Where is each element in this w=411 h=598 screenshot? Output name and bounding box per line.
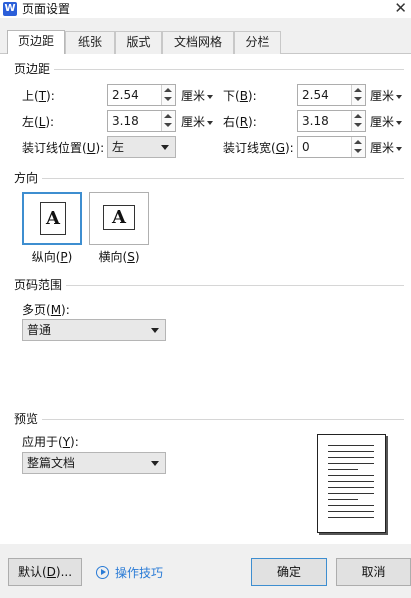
bottom-margin-label: 下(B): <box>223 89 257 103</box>
gutter-width-spinner[interactable]: 0 <box>297 136 366 158</box>
caret-down-icon <box>396 94 403 99</box>
preview-text-line <box>328 493 374 494</box>
chevron-down-icon[interactable] <box>161 145 169 150</box>
gutter-width-unit[interactable]: 厘米 <box>370 141 403 155</box>
left-margin-spinner[interactable]: 3.18 <box>107 110 176 132</box>
preview-text-line <box>328 457 374 458</box>
right-margin-label: 右(R): <box>223 115 257 129</box>
caret-down-icon <box>207 120 214 125</box>
spin-up-icon[interactable] <box>164 114 172 118</box>
spin-up-icon[interactable] <box>354 88 362 92</box>
play-circle-icon[interactable] <box>96 566 109 579</box>
left-margin-value[interactable]: 3.18 <box>112 114 139 128</box>
spin-down-icon[interactable] <box>164 123 172 127</box>
tab-columns[interactable]: 分栏 <box>234 31 281 54</box>
multiple-pages-value[interactable]: 普通 <box>27 323 51 337</box>
section-orientation: 方向 <box>14 171 43 185</box>
section-margins: 页边距 <box>14 62 55 76</box>
preview-text-line <box>328 469 358 470</box>
preview-text-line <box>328 445 374 446</box>
preview-text-line <box>328 511 374 512</box>
landscape-option[interactable]: A <box>89 192 149 245</box>
caret-down-icon <box>396 120 403 125</box>
spin-up-icon[interactable] <box>164 88 172 92</box>
preview-text-line <box>328 463 374 464</box>
spin-up-icon[interactable] <box>354 140 362 144</box>
spin-down-icon[interactable] <box>164 97 172 101</box>
tab-layout[interactable]: 版式 <box>115 31 162 54</box>
multiple-pages-select[interactable]: 普通 <box>22 319 166 341</box>
bottom-margin-unit[interactable]: 厘米 <box>370 89 403 103</box>
chevron-down-icon[interactable] <box>151 461 159 466</box>
gutter-width-value[interactable]: 0 <box>302 140 310 154</box>
portrait-option[interactable]: A <box>22 192 82 245</box>
bottom-margin-spinner[interactable]: 2.54 <box>297 84 366 106</box>
caret-down-icon <box>207 94 214 99</box>
top-margin-spinner[interactable]: 2.54 <box>107 84 176 106</box>
right-margin-value[interactable]: 3.18 <box>302 114 329 128</box>
landscape-label: 横向(S) <box>98 250 140 264</box>
landscape-page-icon: A <box>103 205 135 230</box>
spin-buttons[interactable] <box>351 85 365 105</box>
spin-buttons[interactable] <box>161 85 175 105</box>
top-margin-value[interactable]: 2.54 <box>112 88 139 102</box>
top-margin-unit[interactable]: 厘米 <box>181 89 214 103</box>
portrait-label: 纵向(P) <box>31 250 73 264</box>
preview-text-line <box>328 475 374 476</box>
preview-text-line <box>328 517 374 518</box>
apply-to-label: 应用于(Y): <box>22 435 79 449</box>
gutter-position-value[interactable]: 左 <box>112 140 124 154</box>
operation-tips-link[interactable]: 操作技巧 <box>115 566 163 580</box>
close-icon[interactable]: ✕ <box>394 0 407 17</box>
wps-writer-icon: W <box>3 2 17 16</box>
page-preview <box>317 434 386 533</box>
top-margin-label: 上(T): <box>22 89 55 103</box>
section-divider <box>14 178 404 179</box>
preview-text-line <box>328 481 374 482</box>
apply-to-select[interactable]: 整篇文档 <box>22 452 166 474</box>
tab-paper[interactable]: 纸张 <box>65 31 115 54</box>
spin-down-icon[interactable] <box>354 97 362 101</box>
multiple-pages-label: 多页(M): <box>22 303 70 317</box>
right-margin-spinner[interactable]: 3.18 <box>297 110 366 132</box>
spin-up-icon[interactable] <box>354 114 362 118</box>
spin-down-icon[interactable] <box>354 123 362 127</box>
section-divider <box>14 285 404 286</box>
dialog-title: 页面设置 <box>22 2 71 16</box>
bottom-margin-value[interactable]: 2.54 <box>302 88 329 102</box>
preview-text-line <box>328 499 358 500</box>
gutter-position-select[interactable]: 左 <box>107 136 176 158</box>
portrait-page-icon: A <box>40 202 66 235</box>
left-margin-unit[interactable]: 厘米 <box>181 115 214 129</box>
default-button[interactable]: 默认(D)... <box>8 558 82 586</box>
gutter-position-label: 装订线位置(U): <box>22 141 105 155</box>
spin-buttons[interactable] <box>351 111 365 131</box>
tab-doc-grid[interactable]: 文档网格 <box>162 31 234 54</box>
section-page-range: 页码范围 <box>14 278 67 292</box>
section-divider <box>14 419 404 420</box>
title-bar: W 页面设置 ✕ <box>0 0 411 18</box>
preview-text-line <box>328 505 374 506</box>
spin-down-icon[interactable] <box>354 149 362 153</box>
apply-to-value[interactable]: 整篇文档 <box>27 456 75 470</box>
tab-margins[interactable]: 页边距 <box>7 30 65 54</box>
caret-down-icon <box>396 146 403 151</box>
preview-text-line <box>328 451 374 452</box>
chevron-down-icon[interactable] <box>151 328 159 333</box>
section-preview: 预览 <box>14 412 43 426</box>
spin-buttons[interactable] <box>161 111 175 131</box>
left-margin-label: 左(L): <box>22 115 55 129</box>
right-margin-unit[interactable]: 厘米 <box>370 115 403 129</box>
section-divider <box>14 69 404 70</box>
cancel-button[interactable]: 取消 <box>336 558 411 586</box>
spin-buttons[interactable] <box>351 137 365 157</box>
gutter-width-label: 装订线宽(G): <box>223 141 294 155</box>
preview-text-line <box>328 487 374 488</box>
ok-button[interactable]: 确定 <box>251 558 327 586</box>
